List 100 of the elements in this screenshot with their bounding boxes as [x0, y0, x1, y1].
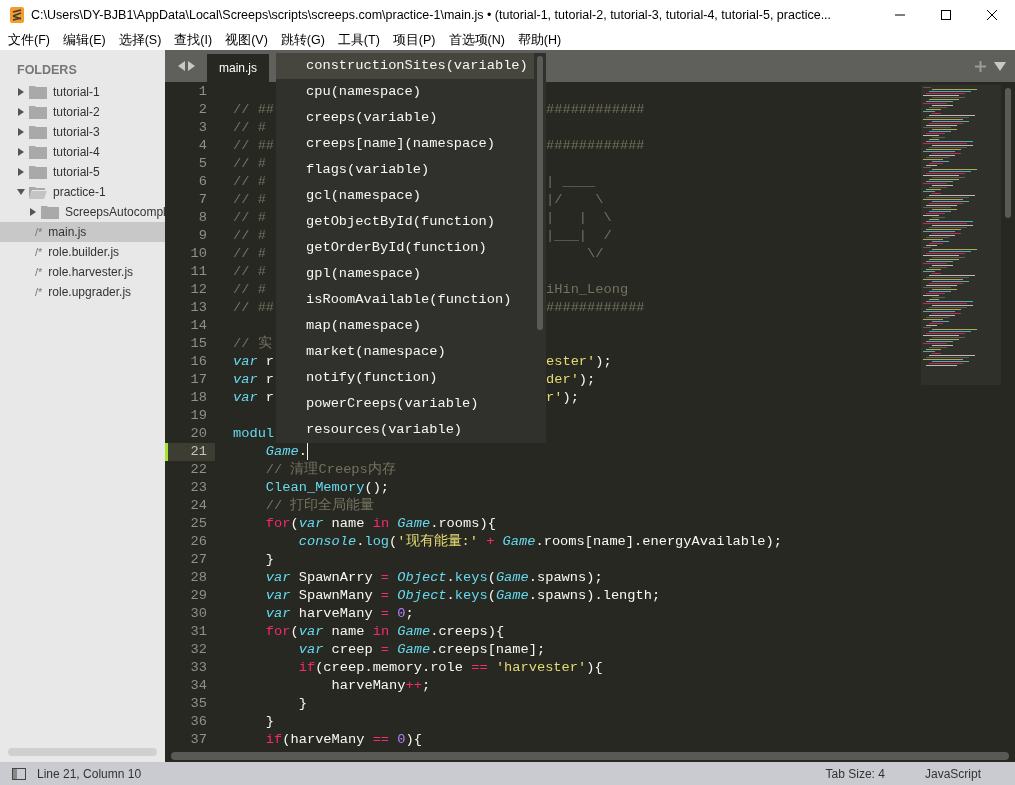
folder-name[interactable]: tutorial-3 — [53, 123, 100, 141]
maximize-icon[interactable] — [941, 10, 951, 20]
code-text: Clean_Memory(); — [264, 479, 390, 497]
code-text: var r — [233, 371, 275, 389]
line-number: 26 — [190, 533, 207, 551]
line-number: 31 — [190, 623, 207, 641]
completion-item[interactable]: creeps(variable) — [276, 105, 534, 131]
code-text: // # — [233, 191, 266, 209]
line-number: 16 — [190, 353, 207, 371]
file-icon: /* — [35, 223, 43, 241]
folder-name[interactable]: tutorial-4 — [53, 143, 100, 161]
expand-arrow-icon[interactable] — [17, 148, 25, 156]
line-number: 3 — [198, 119, 207, 137]
line-number: 12 — [190, 281, 207, 299]
completion-item[interactable]: isRoomAvailable(function) — [276, 287, 534, 313]
completion-item[interactable]: market(namespace) — [276, 339, 534, 365]
collapse-arrow-icon[interactable] — [17, 188, 25, 196]
line-number: 20 — [190, 425, 207, 443]
code-text: r'); — [546, 389, 579, 407]
code-text: \/ — [586, 245, 604, 263]
window-title: C:\Users\DY-BJB1\AppData\Local\Screeps\scripts\screeps.com\practice-1\main.js • (tutorial-1, tutorial-2, tutorial-3, tutorial-4, tutorial-5, practice... — [31, 6, 832, 24]
completion-item[interactable]: gpl(namespace) — [276, 261, 534, 287]
scrollbar[interactable] — [1005, 88, 1011, 218]
code-text: iHin_Leong — [546, 281, 629, 299]
menu-item[interactable]: 编辑(E) — [62, 30, 106, 50]
menu-item[interactable]: 首选项(N) — [448, 30, 505, 50]
file-icon: /* — [35, 243, 43, 261]
code-text: for(var name in Game.creeps){ — [264, 623, 505, 641]
editor-tab[interactable]: main.js — [207, 54, 269, 82]
completion-item[interactable]: map(namespace) — [276, 313, 534, 339]
line-number: 22 — [190, 461, 207, 479]
completion-item[interactable]: gcl(namespace) — [276, 183, 534, 209]
code-text: if(creep.memory.role == 'harvester'){ — [297, 659, 603, 677]
plus-icon[interactable] — [975, 60, 986, 72]
menu-item[interactable]: 选择(S) — [118, 30, 162, 50]
folder-name[interactable]: tutorial-5 — [53, 163, 100, 181]
line-number: 9 — [198, 227, 207, 245]
menu-item[interactable]: 文件(F) — [8, 30, 50, 50]
folder-name[interactable]: tutorial-1 — [53, 83, 100, 101]
expand-arrow-icon[interactable] — [17, 168, 25, 176]
completion-item[interactable]: resources(variable) — [276, 417, 534, 443]
menu-item[interactable]: 项目(P) — [392, 30, 436, 50]
code-text: // ## — [233, 137, 275, 155]
line-number: 32 — [190, 641, 207, 659]
file-icon: /* — [35, 263, 43, 281]
line-number: 25 — [190, 515, 207, 533]
line-number: 21 — [190, 443, 207, 461]
selected-row[interactable]: /* main.js — [0, 222, 165, 242]
expand-arrow-icon[interactable] — [17, 128, 25, 136]
code-text: modul — [233, 425, 275, 443]
expand-arrow-icon[interactable] — [17, 108, 25, 116]
completion-item[interactable]: flags(variable) — [276, 157, 534, 183]
code-text: // # — [233, 119, 266, 137]
code-text: } — [297, 695, 307, 713]
expand-arrow-icon[interactable] — [29, 208, 37, 216]
file-name[interactable]: role.harvester.js — [48, 263, 134, 281]
code-text: var r — [233, 353, 275, 371]
tab-size[interactable]: Tab Size: 4 — [825, 764, 885, 783]
menu-item[interactable]: 工具(T) — [337, 30, 380, 50]
syntax-mode[interactable]: JavaScript — [924, 764, 981, 783]
expand-arrow-icon[interactable] — [17, 88, 25, 96]
line-number: 28 — [190, 569, 207, 587]
folder-name[interactable]: ScreepsAutocompl — [65, 203, 165, 221]
menu-item[interactable]: 查找(I) — [174, 30, 213, 50]
file-name[interactable]: role.upgrader.js — [48, 283, 132, 301]
code-text: var SpawnMany = Object.keys(Game.spawns).length; — [264, 587, 661, 605]
line-number: 7 — [198, 191, 207, 209]
line-number: 23 — [190, 479, 207, 497]
menu-item[interactable]: 帮助(H) — [517, 30, 562, 50]
file-name[interactable]: role.builder.js — [48, 243, 120, 261]
code-text: // ## — [233, 101, 275, 119]
code-text: console.log('现有能量:' + Game.rooms[name].energyAvailable); — [297, 533, 782, 551]
code-text: // 打印全局能量 — [264, 497, 375, 515]
line-number: 29 — [190, 587, 207, 605]
folder-name[interactable]: practice-1 — [53, 183, 106, 201]
menu-item[interactable]: 跳转(G) — [280, 30, 325, 50]
left-arrow-icon[interactable] — [177, 61, 185, 71]
completion-item[interactable]: getObjectById(function) — [276, 209, 534, 235]
dropdown-icon[interactable] — [994, 61, 1006, 71]
menu-item[interactable]: 视图(V) — [225, 30, 268, 50]
completion-item[interactable]: getOrderById(function) — [276, 235, 534, 261]
scrollbar[interactable] — [537, 56, 543, 330]
completion-item[interactable]: cpu(namespace) — [276, 79, 534, 105]
scrollbar[interactable] — [171, 752, 1009, 760]
code-text: |/ \ — [546, 191, 604, 209]
scrollbar[interactable] — [8, 748, 157, 756]
completion-item[interactable]: constructionSites(variable) — [276, 53, 534, 79]
right-arrow-icon[interactable] — [187, 61, 195, 71]
minimap-drawing[interactable] — [921, 85, 1001, 385]
panel-toggle-icon[interactable] — [12, 767, 26, 780]
close-icon[interactable] — [987, 10, 997, 20]
code-text: // # — [233, 263, 266, 281]
completion-item[interactable]: powerCreeps(variable) — [276, 391, 534, 417]
folder-name[interactable]: tutorial-2 — [53, 103, 100, 121]
file-icon: /* — [35, 283, 43, 301]
line-number: 27 — [190, 551, 207, 569]
completion-item[interactable]: creeps[name](namespace) — [276, 131, 534, 157]
file-name[interactable]: main.js — [48, 223, 87, 241]
completion-item[interactable]: notify(function) — [276, 365, 534, 391]
code-text: |___| / — [546, 227, 612, 245]
